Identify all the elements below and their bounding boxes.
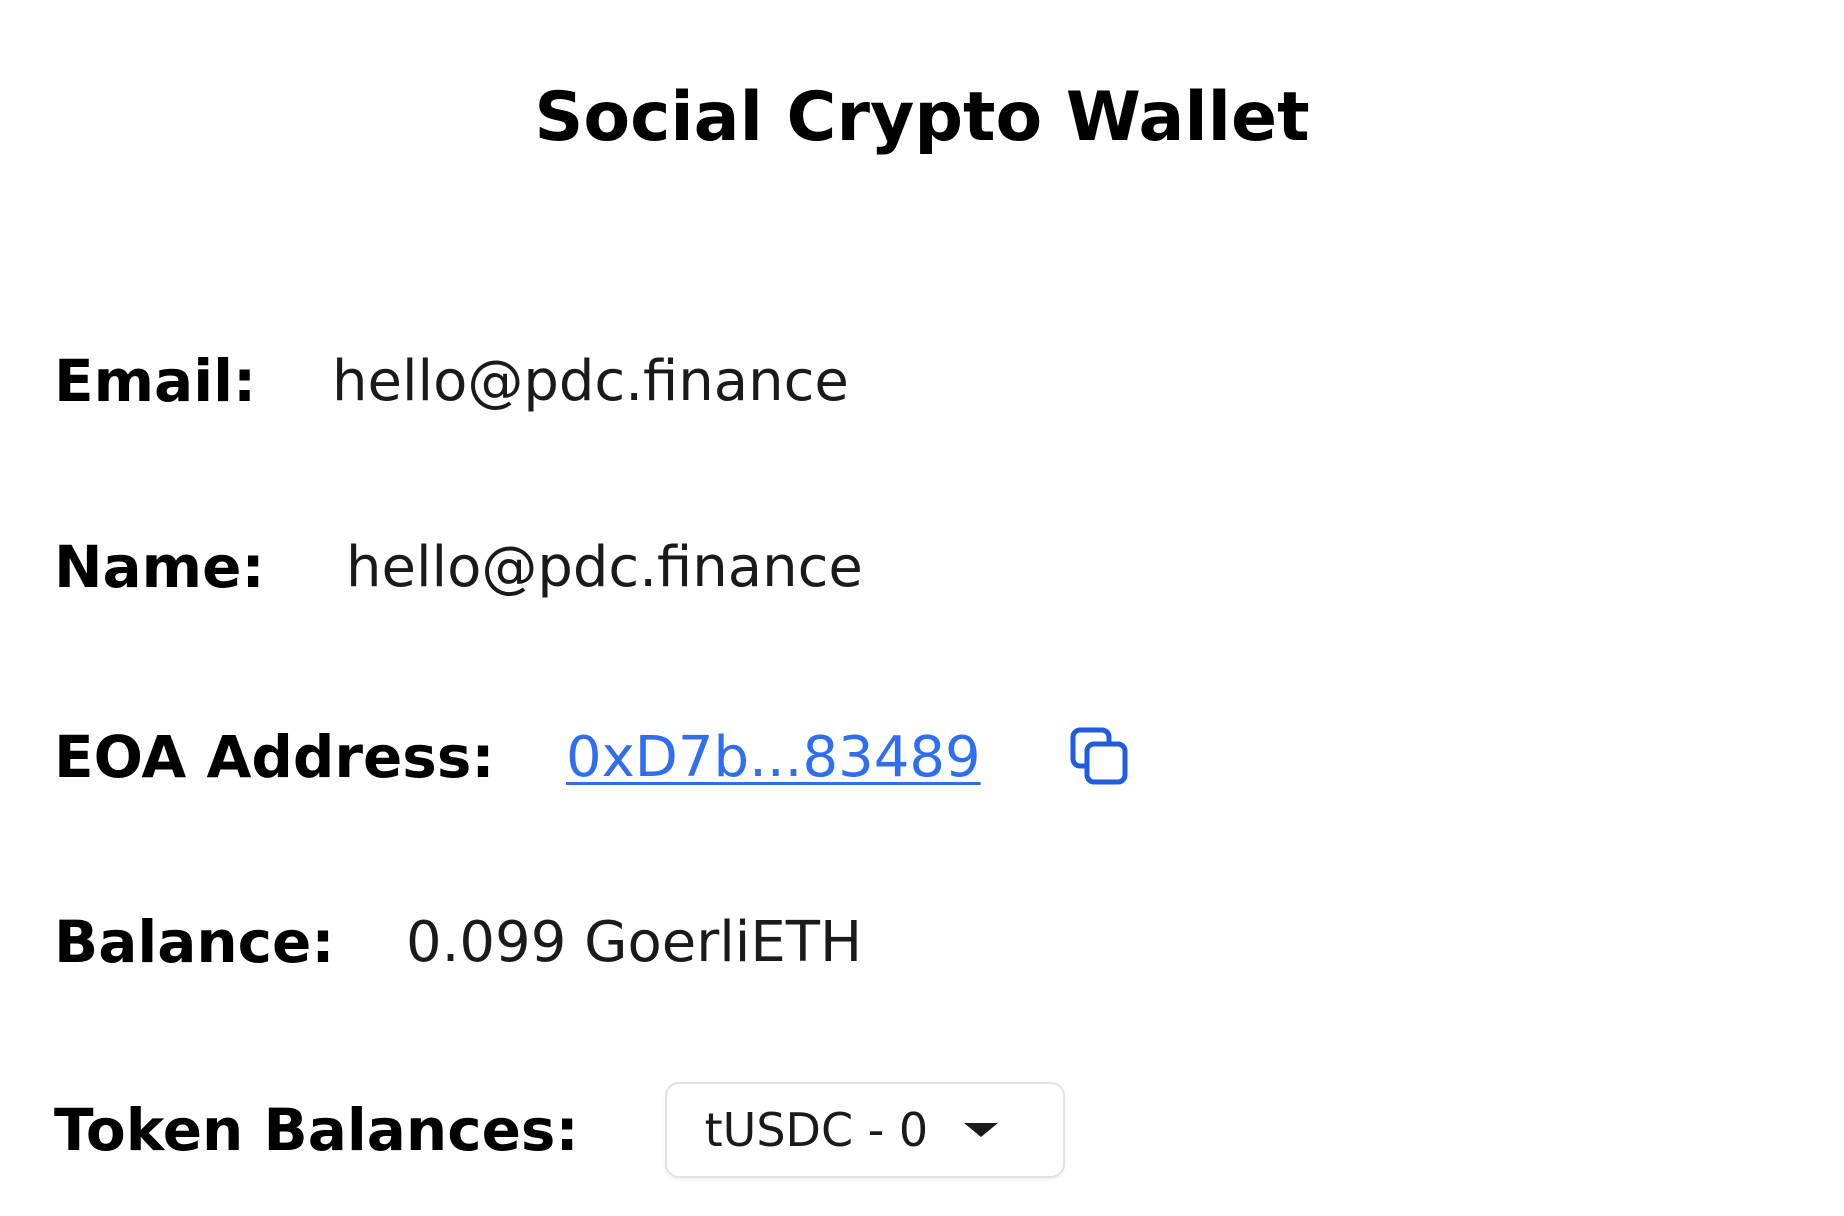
eoa-address-link[interactable]: 0xD7b...83489 xyxy=(566,725,981,790)
balance-row: Balance: 0.099 GoerliETH xyxy=(54,897,862,987)
token-balance-selected-value: tUSDC - 0 xyxy=(704,1103,929,1157)
token-balance-select[interactable]: tUSDC - 0 xyxy=(664,1082,1065,1178)
name-value: hello@pdc.finance xyxy=(346,534,863,600)
eoa-address-row: EOA Address: 0xD7b...83489 xyxy=(54,712,1133,802)
token-balances-label: Token Balances: xyxy=(54,1096,579,1164)
email-label: Email: xyxy=(54,347,257,415)
eoa-address-label: EOA Address: xyxy=(54,723,495,791)
email-row: Email: hello@pdc.finance xyxy=(54,336,849,426)
token-balances-row: Token Balances: tUSDC - 0 xyxy=(54,1082,1065,1178)
balance-label: Balance: xyxy=(54,908,335,976)
copy-address-button[interactable] xyxy=(1067,724,1133,790)
copy-icon xyxy=(1070,727,1128,785)
name-label: Name: xyxy=(54,533,265,601)
caret-down-icon xyxy=(964,1123,999,1137)
balance-value: 0.099 GoerliETH xyxy=(406,909,863,975)
page-title: Social Crypto Wallet xyxy=(534,78,1310,157)
wallet-page: Social Crypto Wallet Email: hello@pdc.fi… xyxy=(0,0,1844,1216)
name-row: Name: hello@pdc.finance xyxy=(54,522,863,612)
email-value: hello@pdc.finance xyxy=(332,348,849,414)
